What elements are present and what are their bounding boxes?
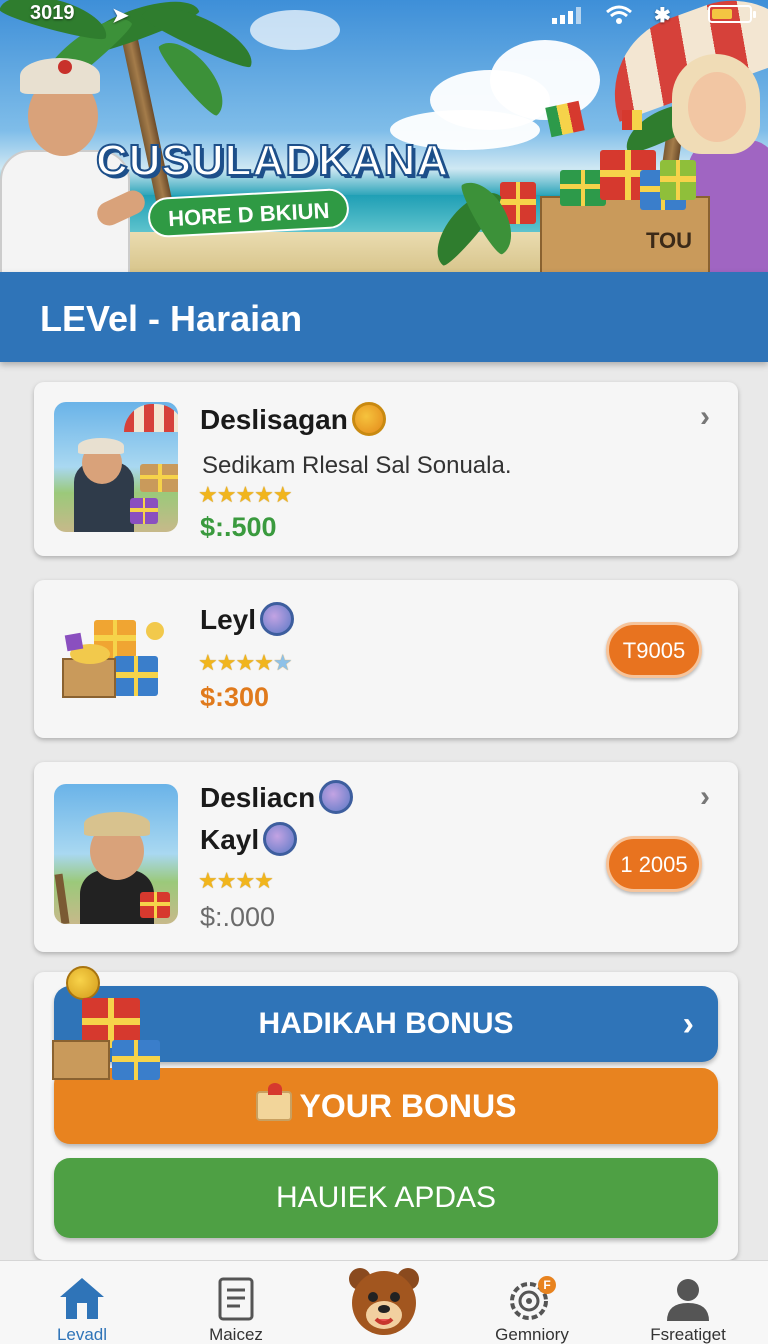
profile-icon [667,1279,709,1321]
level-card[interactable]: Desliacn Kayl ★★★★ $:.000 › 1 2005 [34,762,738,952]
nav-item-mascot[interactable] [314,1261,454,1344]
level-card[interactable]: Deslisagan Sedikam Rlesal Sal Sonuala. ★… [34,382,738,556]
card-subtitle: Kayl [200,821,298,859]
price-pill-button[interactable]: 1 2005 [606,836,702,892]
flag-icon [622,110,642,130]
coin-badge-icon [351,401,386,436]
star-rating: ★★★★ [198,868,274,893]
hero-banner: TOU CUSULADKANA HORE D BKIUN 3019 ➤ ✱ [0,0,768,272]
nav-badge: F [543,1278,550,1292]
arrow-icon: ➤ [112,5,129,27]
nav-item-game[interactable]: F Gemniory [462,1261,602,1344]
document-icon [218,1277,254,1321]
hero-title: CUSULADKANA [95,135,450,186]
level-header: LEVel - Haraian [0,272,768,362]
card-description: Sedikam Rlesal Sal Sonuala. [202,452,512,479]
price-pill-button[interactable]: T9005 [606,622,702,678]
target-gear-icon: F [510,1276,556,1320]
home-icon [60,1278,104,1319]
card-thumbnail [54,402,178,532]
coin-badge-icon [263,821,298,856]
bluetooth-icon: ✱ [654,5,671,27]
signal-icon [552,7,581,24]
gift-icon [255,1082,292,1121]
card-title: Leyl [200,601,295,639]
flag-icon [545,100,585,138]
nav-item-home[interactable]: Levadl [12,1261,152,1344]
wifi-icon [606,5,632,24]
bear-mascot-icon [349,1268,419,1335]
status-time: 3019 [30,2,75,24]
battery-icon [708,5,756,23]
star-rating: ★★★★★ [198,482,293,507]
coin-badge-icon [260,601,295,636]
level-title: LEVel - Haraian [40,298,303,339]
status-bar: 3019 ➤ ✱ [0,0,768,30]
card-title: Deslisagan [200,401,386,439]
nav-item-documents[interactable]: Maicez [166,1261,306,1344]
chevron-right-icon[interactable]: › [700,780,710,814]
level-card[interactable]: Leyl ★★★★★ $:300 T9005 [34,580,738,738]
chevron-right-icon: › [682,1005,694,1043]
card-title: Desliacn [200,779,354,817]
card-price: $:.500 [200,512,277,542]
bottom-navigation: Levadl Maicez F Gemniory Fsreatiget [0,1260,768,1344]
card-thumbnail [54,784,178,924]
star-rating: ★★★★★ [198,650,293,675]
coin-badge-icon [319,779,354,814]
nav-item-profile[interactable]: Fsreatiget [618,1261,758,1344]
card-thumbnail [60,600,180,720]
chevron-right-icon[interactable]: › [700,400,710,434]
card-price: $:300 [200,682,270,712]
card-price: $:.000 [200,902,276,932]
bonus-panel: HADIKAH BONUS › YOUR BONUS HAUIEK APDAS [34,966,738,1260]
secondary-action-button[interactable]: HAUIEK APDAS [54,1158,718,1238]
gift-cluster-icon [52,966,172,1086]
